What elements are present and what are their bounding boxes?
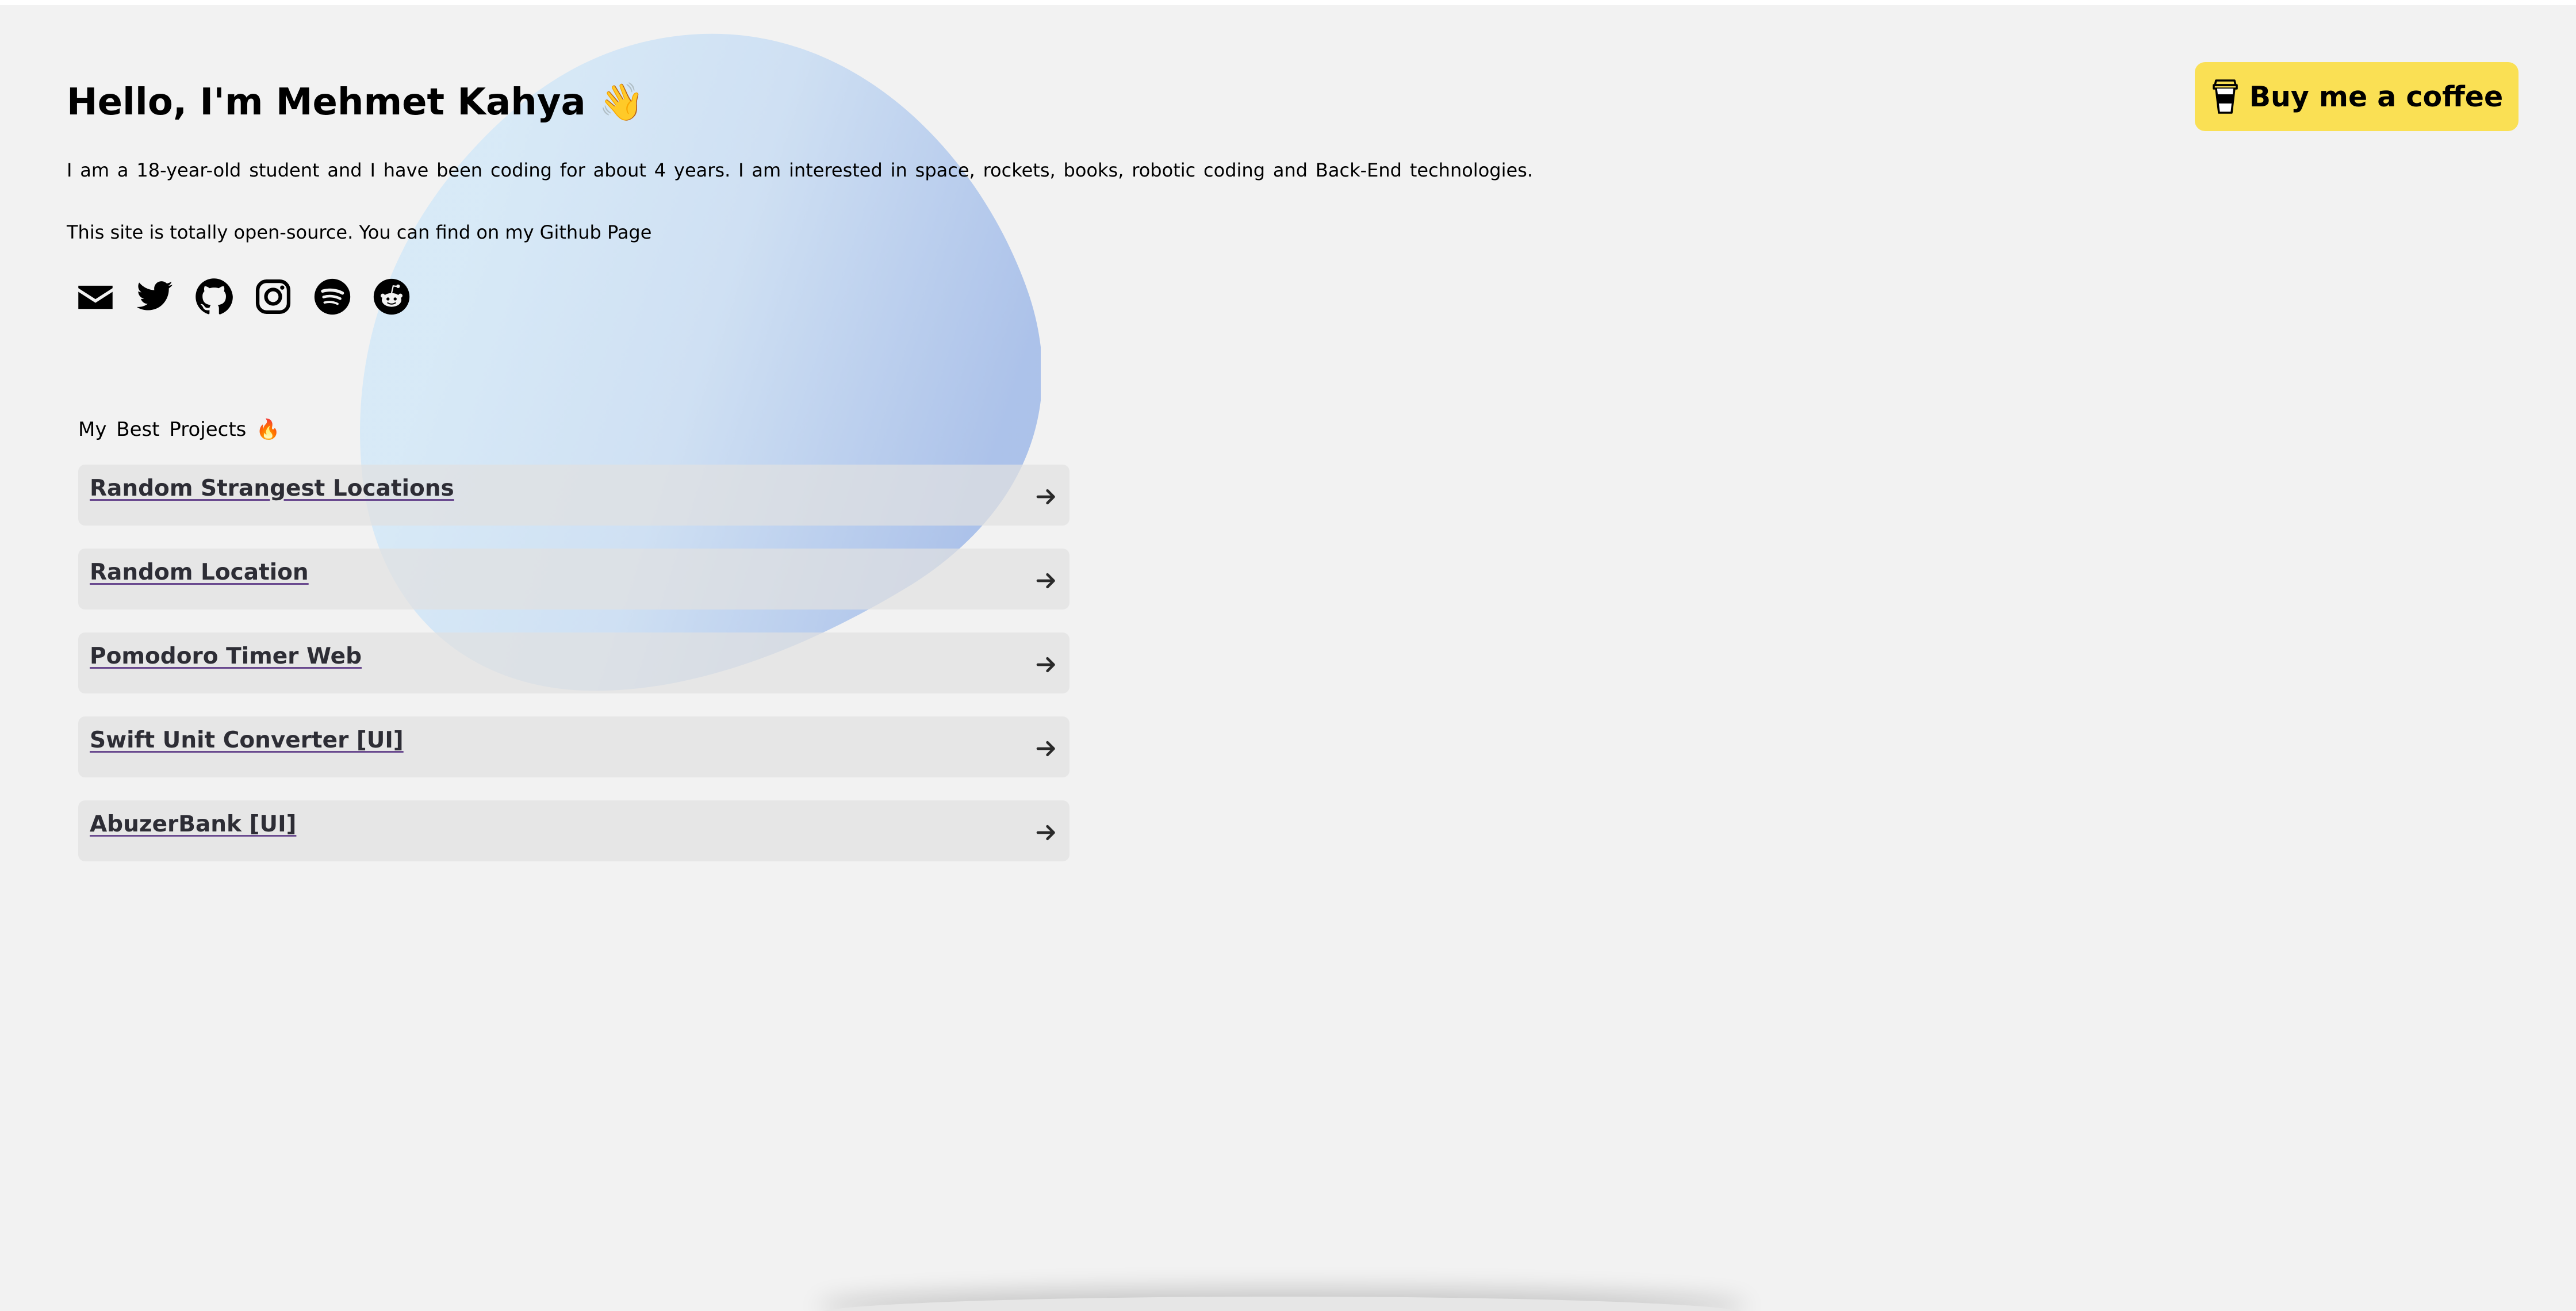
github-link[interactable]	[193, 276, 235, 317]
arrow-right-icon	[1036, 825, 1055, 841]
project-title-link[interactable]: AbuzerBank [UI]	[90, 811, 296, 837]
content: Hello, I'm Mehmet Kahya 👋 I am a 18-year…	[0, 0, 2576, 1311]
project-card[interactable]: Swift Unit Converter [UI]	[78, 716, 1070, 777]
arrow-right-icon	[1036, 741, 1055, 757]
arrow-right-icon	[1036, 573, 1055, 589]
email-link[interactable]	[75, 276, 116, 317]
spotify-link[interactable]	[312, 276, 353, 317]
buy-me-a-coffee-button[interactable]: Buy me a coffee	[2195, 62, 2518, 131]
envelope-icon	[78, 285, 113, 309]
arrow-right-icon	[1036, 489, 1055, 505]
projects-heading: My Best Projects 🔥	[78, 418, 281, 441]
instagram-icon	[255, 279, 291, 315]
instagram-link[interactable]	[252, 276, 294, 317]
project-card[interactable]: Random Strangest Locations	[78, 465, 1070, 526]
project-title-link[interactable]: Random Strangest Locations	[90, 476, 454, 501]
project-card[interactable]: Random Location	[78, 549, 1070, 610]
reddit-icon	[373, 278, 410, 315]
coffee-cup-icon	[2212, 79, 2238, 114]
open-source-note-text: This site is totally open-source. You ca…	[67, 221, 534, 243]
buy-me-a-coffee-label: Buy me a coffee	[2249, 80, 2504, 113]
github-page-link[interactable]: Github Page	[540, 221, 652, 243]
project-card[interactable]: Pomodoro Timer Web	[78, 632, 1070, 693]
twitter-link[interactable]	[134, 276, 175, 317]
twitter-icon	[136, 281, 173, 310]
arrow-right-icon	[1036, 657, 1055, 673]
page: Hello, I'm Mehmet Kahya 👋 I am a 18-year…	[0, 0, 2576, 1311]
spotify-icon	[314, 278, 351, 315]
project-title-link[interactable]: Swift Unit Converter [UI]	[90, 727, 404, 753]
bio-text: I am a 18-year-old student and I have be…	[67, 159, 1533, 181]
page-title: Hello, I'm Mehmet Kahya 👋	[67, 81, 645, 124]
project-card[interactable]: AbuzerBank [UI]	[78, 800, 1070, 861]
open-source-note: This site is totally open-source. You ca…	[67, 218, 651, 246]
reddit-link[interactable]	[371, 276, 412, 317]
project-title-link[interactable]: Random Location	[90, 559, 309, 585]
github-icon	[195, 278, 233, 315]
project-list: Random Strangest Locations Random Locati…	[78, 465, 1070, 884]
social-links	[75, 274, 430, 320]
project-title-link[interactable]: Pomodoro Timer Web	[90, 643, 362, 669]
